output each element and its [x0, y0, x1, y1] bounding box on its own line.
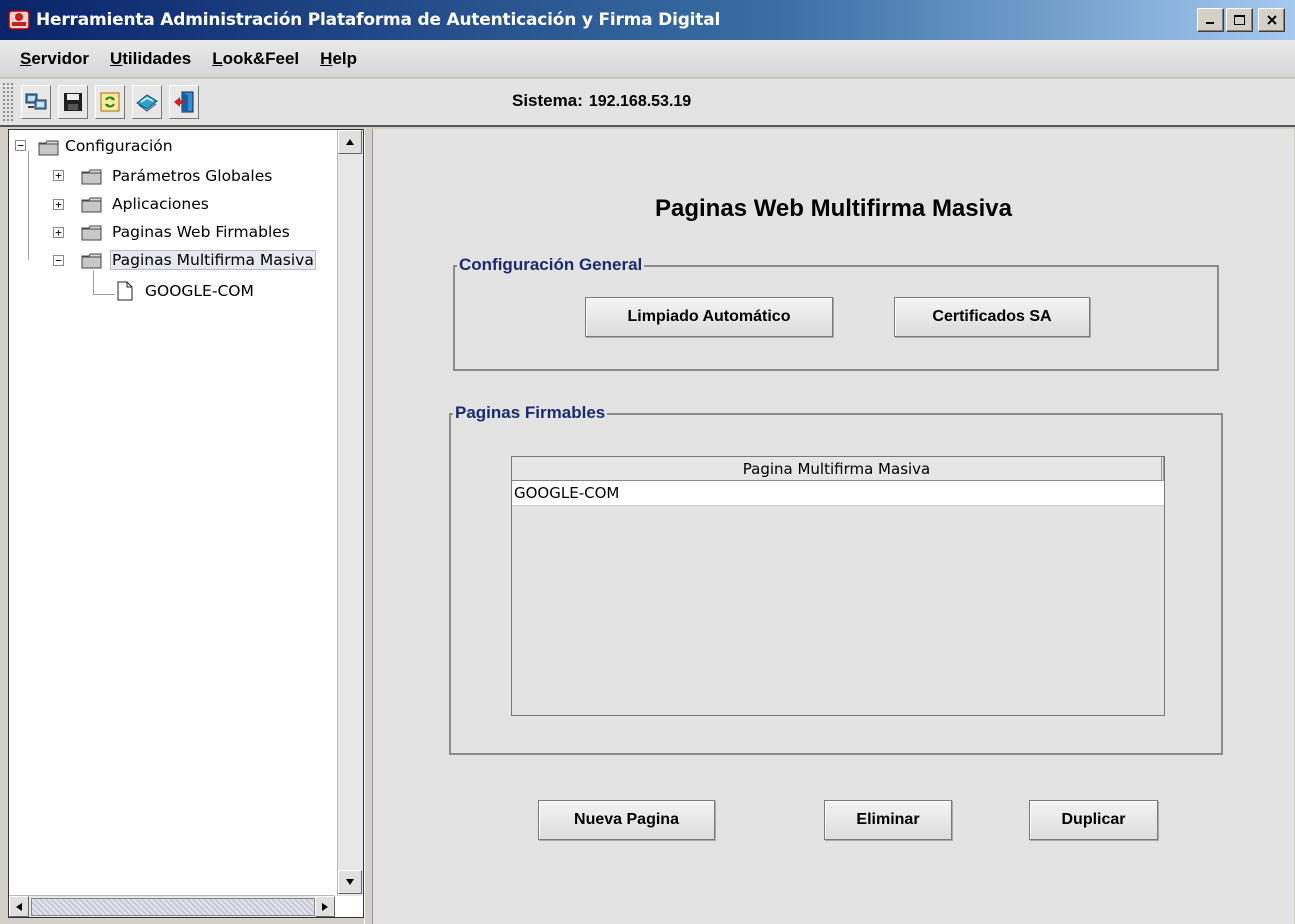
- save-button[interactable]: [58, 85, 88, 119]
- menu-servidor[interactable]: Servidor: [20, 49, 89, 69]
- menu-help-label: elp: [332, 48, 357, 68]
- network-computer-icon: [25, 93, 47, 110]
- close-button[interactable]: [1258, 8, 1285, 32]
- scroll-up-button[interactable]: [338, 130, 362, 154]
- scroll-right-button[interactable]: [315, 896, 335, 917]
- menu-servidor-label: ervidor: [31, 48, 89, 68]
- minimize-icon: [1205, 22, 1214, 24]
- nueva-pagina-button[interactable]: Nueva Pagina: [538, 800, 715, 840]
- floppy-disk-icon: [64, 93, 82, 111]
- book-icon: [136, 94, 158, 112]
- refresh-button[interactable]: [95, 85, 125, 119]
- folder-icon: [81, 253, 102, 269]
- minimize-button[interactable]: [1197, 8, 1224, 32]
- duplicar-button[interactable]: Duplicar: [1029, 800, 1158, 840]
- arrow-up-icon: [346, 139, 354, 145]
- document-icon: [117, 281, 133, 301]
- limpiado-automatico-button[interactable]: Limpiado Automático: [585, 297, 833, 337]
- tree-node-paginas-multifirma-masiva[interactable]: Paginas Multifirma Masiva: [110, 250, 316, 270]
- tree-node-parametros-globales[interactable]: Parámetros Globales: [112, 167, 272, 185]
- folder-icon: [81, 225, 102, 241]
- arrow-right-icon: [322, 902, 328, 911]
- column-header-pagina[interactable]: Pagina Multifirma Masiva: [512, 457, 1164, 481]
- tree-pane: − Configuración + Parámetros Globales + …: [8, 129, 364, 918]
- tree-line: [93, 270, 94, 294]
- folder-icon: [81, 169, 102, 185]
- tree-vertical-scrollbar[interactable]: [337, 130, 363, 896]
- toolbar-grip[interactable]: [2, 82, 14, 122]
- exit-door-icon: [174, 91, 194, 113]
- window-title: Herramienta Administración Plataforma de…: [36, 10, 721, 30]
- paginas-firmables-legend: Paginas Firmables: [453, 403, 608, 423]
- app-icon: [8, 10, 30, 30]
- menu-utilidades-mnemonic: U: [109, 48, 123, 68]
- scroll-down-button[interactable]: [338, 870, 362, 894]
- sistema-indicator: Sistema: 192.168.53.19: [512, 91, 691, 111]
- sistema-ip: 192.168.53.19: [588, 93, 692, 110]
- folder-icon: [81, 197, 102, 213]
- arrow-left-icon: [16, 902, 22, 911]
- config-tree: − Configuración + Parámetros Globales + …: [9, 130, 335, 896]
- toolbar: Sistema: 192.168.53.19: [0, 79, 1295, 127]
- horizontal-scroll-thumb[interactable]: [31, 898, 315, 916]
- connect-server-button[interactable]: [21, 85, 51, 119]
- maximize-icon: [1233, 15, 1245, 25]
- tree-line: [93, 294, 115, 295]
- menu-lookfeel-mnemonic: L: [212, 48, 223, 68]
- split-pane-divider[interactable]: [364, 129, 372, 924]
- sistema-label: Sistema:: [512, 91, 583, 110]
- menu-utilidades[interactable]: Utilidades: [110, 49, 191, 69]
- tree-expander-web-firmables[interactable]: +: [53, 227, 64, 238]
- menu-help[interactable]: Help: [320, 49, 357, 69]
- menu-bar: Servidor Utilidades Look&Feel Help: [0, 40, 1295, 78]
- menu-utilidades-label: tilidades: [122, 48, 192, 68]
- page-title: Paginas Web Multifirma Masiva: [655, 195, 1012, 222]
- tree-expander-multifirma[interactable]: −: [53, 255, 64, 266]
- arrow-down-icon: [346, 879, 354, 885]
- tree-node-paginas-web-firmables[interactable]: Paginas Web Firmables: [112, 223, 290, 241]
- tree-leaf-google-com[interactable]: GOOGLE-COM: [145, 282, 254, 300]
- maximize-button[interactable]: [1226, 8, 1253, 32]
- tree-line: [28, 151, 29, 260]
- menu-help-mnemonic: H: [320, 48, 333, 68]
- main-panel: Paginas Web Multifirma Masiva Configurac…: [372, 129, 1294, 924]
- eliminar-button[interactable]: Eliminar: [824, 800, 952, 840]
- refresh-icon: [100, 92, 120, 112]
- help-book-button[interactable]: [132, 85, 162, 119]
- exit-button[interactable]: [169, 85, 199, 119]
- configuracion-general-legend: Configuración General: [457, 255, 645, 275]
- menu-lookfeel[interactable]: Look&Feel: [212, 49, 299, 69]
- scroll-left-button[interactable]: [9, 896, 29, 917]
- menu-servidor-mnemonic: S: [20, 48, 32, 68]
- close-icon: [1266, 15, 1277, 25]
- certificados-sa-button[interactable]: Certificados SA: [894, 297, 1090, 337]
- configuracion-general-group: Configuración General Limpiado Automátic…: [453, 255, 1219, 371]
- tree-node-configuracion[interactable]: Configuración: [65, 137, 173, 155]
- tree-expander-parametros[interactable]: +: [53, 170, 64, 181]
- tree-horizontal-scrollbar[interactable]: [9, 895, 335, 917]
- tree-expander-root[interactable]: −: [15, 140, 26, 151]
- paginas-firmables-group: Paginas Firmables Pagina Multifirma Masi…: [449, 403, 1223, 755]
- table-row[interactable]: GOOGLE-COM: [512, 481, 1164, 506]
- title-bar: Herramienta Administración Plataforma de…: [0, 0, 1295, 40]
- folder-icon: [38, 140, 59, 156]
- tree-node-aplicaciones[interactable]: Aplicaciones: [112, 195, 209, 213]
- tree-expander-aplicaciones[interactable]: +: [53, 199, 64, 210]
- paginas-table: Pagina Multifirma Masiva GOOGLE-COM: [511, 456, 1165, 716]
- menu-lookfeel-label: ook&Feel: [222, 48, 300, 68]
